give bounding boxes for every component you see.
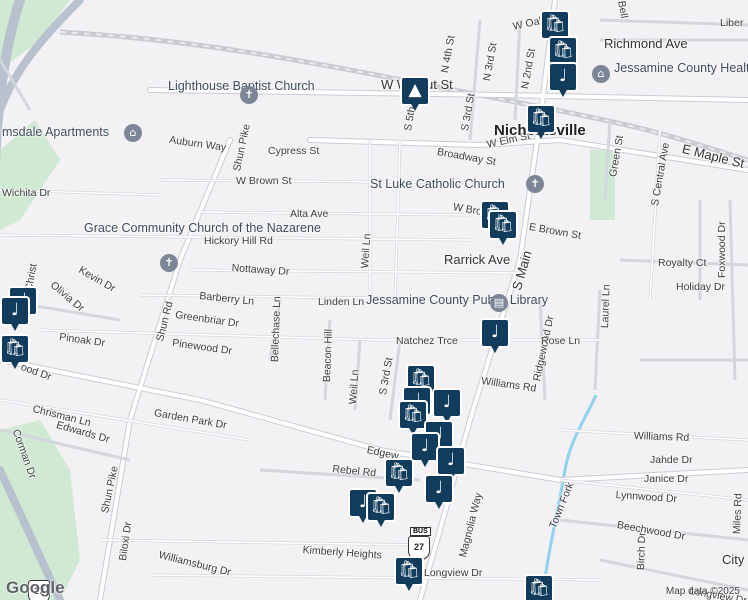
map-attribution[interactable]: Map data ©2025 — [666, 586, 740, 597]
street-label-wichita-dr: Wichita Dr — [2, 187, 51, 199]
street-label-richmond-ave: Richmond Ave — [604, 36, 688, 51]
shopping-bag-icon: 🛍 — [398, 560, 420, 580]
shopping-bag-icon: 🛍 — [492, 214, 514, 234]
restaurant-icon: ♩ — [10, 300, 20, 320]
street-label-hickory-hill-rd: Hickory Hill Rd — [204, 235, 273, 247]
street-label-foxwood-dr: Foxwood Dr — [716, 221, 728, 278]
street-label-rose-ln: Rose Ln — [541, 335, 581, 347]
street-label-jahde-dr: Jahde Dr — [650, 454, 693, 466]
shopping-bag-icon: 🛍 — [528, 578, 550, 598]
church-icon[interactable]: ✝ — [240, 86, 258, 104]
shopping-bag-icon: 🛍 — [544, 14, 566, 34]
google-logo: Google — [6, 578, 65, 597]
street-label-longview-dr: Longview Dr — [424, 567, 483, 579]
shopping-bag-icon: 🛍 — [370, 496, 392, 516]
church-icon[interactable]: ✝ — [526, 175, 544, 193]
street-label-birch-dr: Birch Dr — [635, 532, 649, 571]
restaurant-icon: ♩ — [558, 66, 568, 86]
government-building-icon[interactable]: ⌂ — [592, 65, 610, 83]
restaurant-pin[interactable]: ♩ — [0, 296, 30, 334]
street-label-liber: Liber — [720, 17, 744, 29]
poi-st-luke-catholic-church[interactable]: St Luke Catholic Church — [370, 177, 505, 192]
street-label-natchez-trce: Natchez Trce — [396, 335, 458, 347]
school-pin[interactable]: ▲ — [400, 76, 430, 114]
street-label-linden-ln: Linden Ln — [318, 296, 365, 308]
street-label-royalty-ct: Royalty Ct — [658, 257, 707, 269]
street-label-city: City — [722, 552, 745, 567]
shopping-pin[interactable]: 🛍 — [524, 574, 554, 600]
shopping-bag-icon: 🛍 — [552, 40, 574, 60]
restaurant-pin[interactable]: ♩ — [424, 474, 454, 512]
shopping-pin[interactable]: 🛍 — [526, 104, 556, 142]
street-label-alta-ave: Alta Ave — [290, 208, 329, 220]
street-label-w-brown-st: W Brown St — [236, 175, 292, 187]
shopping-pin[interactable]: 🛍 — [0, 334, 30, 372]
shopping-pin[interactable]: 🛍 — [394, 556, 424, 594]
street-label-miles-rd: Miles Rd — [731, 493, 745, 535]
restaurant-icon: ♩ — [446, 450, 456, 470]
shopping-bag-icon: 🛍 — [388, 462, 410, 482]
street-label-bell: Bell — [615, 0, 631, 20]
shopping-pin[interactable]: 🛍 — [366, 492, 396, 530]
street-label-beacon-hill: Beacon Hill — [321, 328, 335, 383]
bus-route-label: BUS — [410, 527, 431, 536]
poi-public-library[interactable]: Jessamine County Public Library — [366, 293, 548, 308]
street-label-cypress-st: Cypress St — [268, 145, 320, 157]
street-label-rarrick-ave: Rarrick Ave — [444, 252, 511, 267]
restaurant-icon: ♩ — [434, 478, 444, 498]
church-icon[interactable]: ✝ — [160, 254, 178, 272]
map-canvas[interactable]: W Oak Richmond Ave W Walnut St N 3rd St … — [0, 0, 748, 600]
restaurant-icon: ♩ — [442, 392, 452, 412]
street-label-weil-ln-bottom: Weil Ln — [347, 369, 362, 405]
street-label-janice-dr: Janice Dr — [644, 473, 689, 485]
street-label-holiday-dr: Holiday Dr — [676, 281, 726, 293]
restaurant-pin[interactable]: ♩ — [548, 62, 578, 100]
street-label-laurel-ln: Laurel Ln — [599, 284, 613, 329]
street-label-weil-ln: Weil Ln — [359, 233, 374, 269]
restaurant-icon: ♩ — [490, 322, 500, 342]
shopping-bag-icon: 🛍 — [530, 108, 552, 128]
apartment-building-icon[interactable]: ⌂ — [124, 124, 142, 142]
library-icon[interactable]: ▤ — [490, 294, 508, 312]
shopping-pin[interactable]: 🛍 — [384, 458, 414, 496]
poi-health-department[interactable]: Jessamine County Health Department — [614, 61, 748, 76]
poi-grace-community-church[interactable]: Grace Community Church of the Nazarene — [84, 221, 321, 236]
poi-apartments[interactable]: msdale Apartments — [2, 125, 109, 140]
school-icon: ▲ — [408, 80, 422, 100]
street-label-bellechase-ln: Bellechase Ln — [269, 296, 284, 363]
shopping-bag-icon: 🛍 — [4, 338, 26, 358]
shopping-pin[interactable]: 🛍 — [488, 210, 518, 248]
street-label-williams-rd-east: Williams Rd — [633, 430, 690, 444]
restaurant-pin[interactable]: ♩ — [480, 318, 510, 356]
